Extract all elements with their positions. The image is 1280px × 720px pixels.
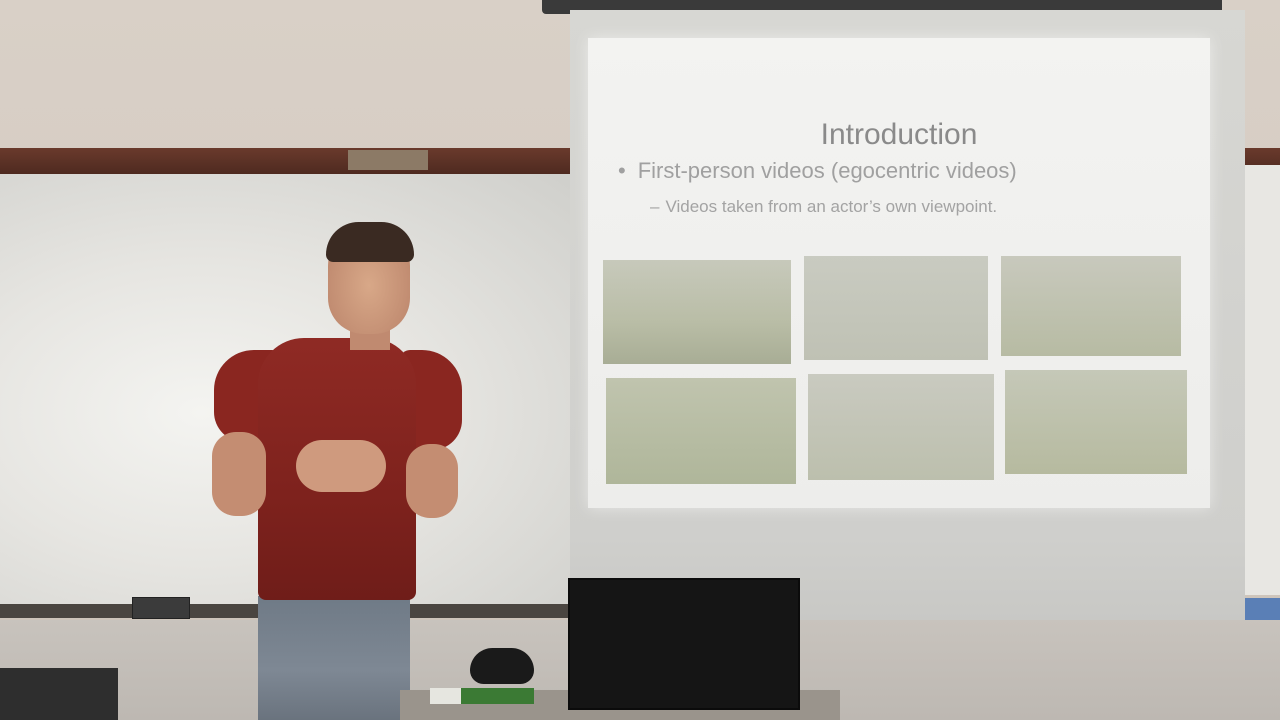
slide-bullet: • First-person videos (egocentric videos): [618, 158, 1017, 184]
mouse-icon: [470, 648, 534, 684]
presenter-right-arm: [406, 444, 458, 518]
laptop-icon: [568, 578, 800, 710]
blue-object: [1244, 598, 1280, 620]
board-clip: [348, 150, 428, 170]
desk: [0, 668, 118, 720]
slide-thumbnail-5: [808, 374, 994, 480]
eraser: [132, 597, 190, 619]
slide-sub-bullet: – Videos taken from an actor’s own viewpo…: [650, 197, 997, 217]
sub-bullet-marker: –: [650, 197, 660, 216]
book: [430, 688, 534, 704]
slide-thumbnail-2: [804, 256, 988, 360]
slide-thumbnail-1: [603, 260, 791, 364]
slide-thumbnail-3: [1001, 256, 1181, 356]
slide-sub-bullet-text: Videos taken from an actor’s own viewpoi…: [665, 197, 998, 216]
presenter-hair: [326, 222, 414, 262]
presenter-left-arm: [212, 432, 266, 516]
presenter-jeans: [258, 596, 410, 720]
slide-thumbnail-4: [606, 378, 796, 484]
slide-bullet-text: First-person videos (egocentric videos): [637, 158, 1017, 183]
slide-thumbnail-6: [1005, 370, 1187, 474]
lecture-scene: Introduction • First-person videos (egoce…: [0, 0, 1280, 720]
presenter-hands: [296, 440, 386, 492]
bullet-marker: •: [618, 158, 626, 183]
slide-title: Introduction: [820, 118, 978, 151]
